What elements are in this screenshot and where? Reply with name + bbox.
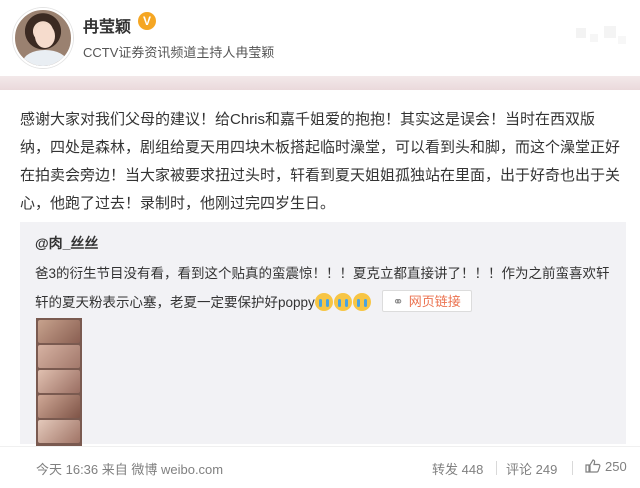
avatar-shirt [23,50,67,66]
like-count: 250 [605,459,627,474]
verified-icon: V [138,12,156,30]
corner-decoration-icon [576,26,626,44]
thumbnail-frame [38,420,80,443]
header-divider-band [0,76,640,90]
repost-box: @肉_丝丝 爸3的衍生节目没有看，看到这个贴真的蛮震惊！！！夏克立都直接讲了！！… [20,222,626,446]
web-link-label: 网页链接 [408,294,461,309]
post-text: 感谢大家对我们父母的建议！给Chris和嘉千姐爱的抱抱！其实这是误会！当时在西双… [20,111,621,212]
repost-image-thumbnail[interactable] [36,318,82,446]
author-description: CCTV证券资讯频道主持人冉莹颖 [83,45,275,60]
thumbnail-frame [38,370,80,393]
avatar[interactable] [13,8,73,68]
thumbnail-frame [38,395,80,418]
avatar-face [35,24,55,48]
repost-text: 爸3的衍生节目没有看，看到这个贴真的蛮震惊！！！夏克立都直接讲了！！！作为之前蛮… [35,259,620,317]
post-footer: 今天 16:36 来自 微博 weibo.com 转发 448 评论 249 2… [0,446,640,488]
post-time-source[interactable]: 今天 16:36 来自 微博 weibo.com [36,459,223,478]
author-name[interactable]: 冉莹颖 [83,13,131,37]
post-header: 冉莹颖 V CCTV证券资讯频道主持人冉莹颖 [0,0,640,76]
crying-emoji-icon [352,293,371,311]
repost-username[interactable]: @肉_丝丝 [35,233,98,253]
footer-divider [496,461,497,475]
repost-button[interactable]: 转发 448 [432,459,483,478]
comment-button[interactable]: 评论 249 [506,459,557,478]
crying-emoji-icon [333,293,352,311]
link-icon: ⚭ [392,294,404,309]
crying-emoji-icon [314,293,333,311]
web-link-button[interactable]: ⚭ 网页链接 [381,290,472,312]
footer-divider [572,461,573,475]
thumbnail-frame [38,345,80,368]
like-button[interactable]: 250 [585,459,627,474]
thumbs-up-icon [585,459,601,473]
thumbnail-frame [38,320,80,343]
